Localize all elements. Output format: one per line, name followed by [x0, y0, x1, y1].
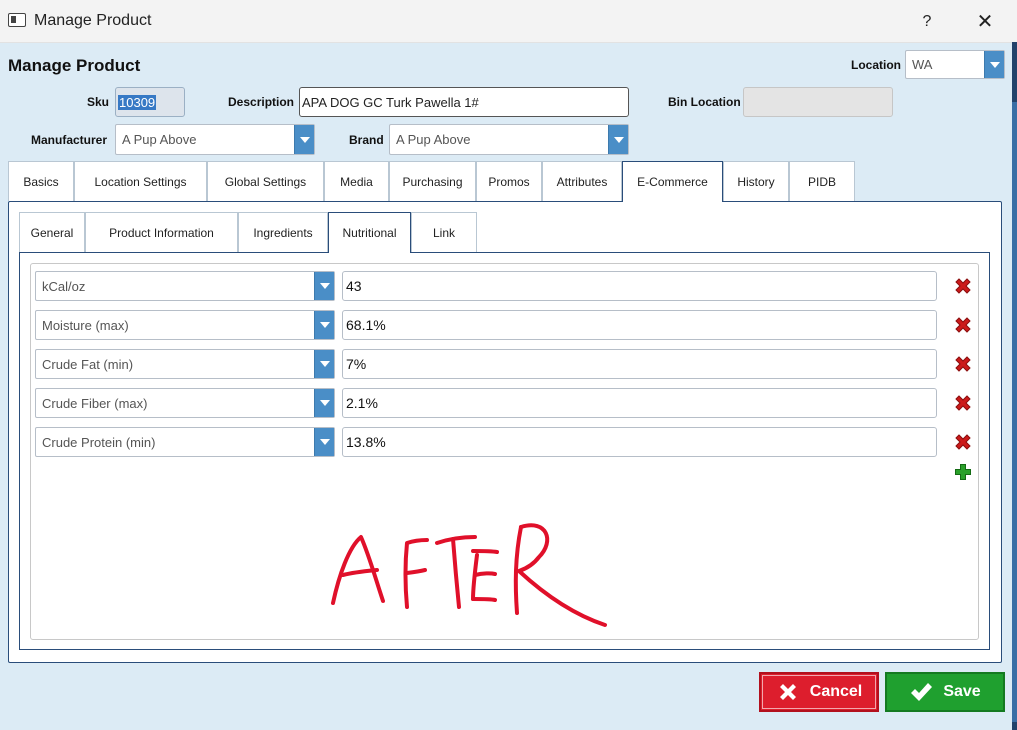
tab-history[interactable]: History — [723, 161, 789, 201]
bin-location-label: Bin Location — [668, 95, 741, 109]
tab-location-settings[interactable]: Location Settings — [74, 161, 207, 201]
sku-field[interactable]: 10309 — [115, 87, 185, 117]
nutrient-value-input[interactable]: 43 — [342, 271, 937, 301]
chevron-down-icon[interactable] — [608, 125, 628, 154]
title-bar: Manage Product ? ✕ — [0, 0, 1017, 43]
nutrient-value-input[interactable]: 13.8% — [342, 427, 937, 457]
description-value: APA DOG GC Turk Pawella 1# — [302, 94, 479, 110]
sku-value: 10309 — [118, 94, 157, 110]
location-select[interactable]: WA — [905, 50, 1005, 79]
location-value: WA — [912, 57, 933, 72]
delete-icon[interactable] — [953, 432, 973, 452]
nutrient-select[interactable]: Crude Protein (min) — [35, 427, 335, 457]
tab-global-settings[interactable]: Global Settings — [207, 161, 324, 201]
save-button[interactable]: Save — [885, 672, 1005, 712]
checkmark-icon — [911, 683, 933, 701]
delete-icon[interactable] — [953, 393, 973, 413]
subtab-product-information[interactable]: Product Information — [85, 212, 238, 252]
tab-purchasing[interactable]: Purchasing — [389, 161, 476, 201]
save-label: Save — [943, 683, 981, 700]
delete-icon[interactable] — [953, 354, 973, 374]
chevron-down-icon[interactable] — [314, 389, 334, 417]
cancel-button[interactable]: Cancel — [759, 672, 879, 712]
tab-basics[interactable]: Basics — [8, 161, 74, 201]
subtab-general[interactable]: General — [19, 212, 85, 252]
nutrient-select[interactable]: Moisture (max) — [35, 310, 335, 340]
chevron-down-icon[interactable] — [314, 428, 334, 456]
description-field[interactable]: APA DOG GC Turk Pawella 1# — [299, 87, 629, 117]
nutrient-value-input[interactable]: 2.1% — [342, 388, 937, 418]
window-title: Manage Product — [34, 12, 152, 29]
nutrient-name: Crude Fiber (max) — [42, 395, 148, 411]
tab-e-commerce[interactable]: E-Commerce — [622, 161, 723, 202]
bin-location-field[interactable] — [743, 87, 893, 117]
location-label: Location — [851, 58, 901, 72]
nutrient-name: Crude Fat (min) — [42, 356, 134, 372]
tab-promos[interactable]: Promos — [476, 161, 542, 201]
tab-attributes[interactable]: Attributes — [542, 161, 622, 201]
nutrient-select[interactable]: Crude Fat (min) — [35, 349, 335, 379]
delete-icon[interactable] — [953, 276, 973, 296]
nutrient-select[interactable]: kCal/oz — [35, 271, 335, 301]
close-button[interactable]: ✕ — [968, 8, 1002, 36]
delete-icon[interactable] — [953, 315, 973, 335]
chevron-down-icon[interactable] — [314, 350, 334, 378]
tab-media[interactable]: Media — [324, 161, 389, 201]
help-button[interactable]: ? — [912, 8, 942, 36]
nutrient-name: kCal/oz — [42, 278, 86, 294]
tab-pidb[interactable]: PIDB — [789, 161, 855, 201]
page-title: Manage Product — [8, 56, 141, 75]
nutrient-value-input[interactable]: 68.1% — [342, 310, 937, 340]
chevron-down-icon[interactable] — [314, 311, 334, 339]
nutrient-name: Moisture (max) — [42, 317, 129, 333]
sku-label: Sku — [87, 95, 110, 109]
close-icon — [779, 684, 796, 700]
nutrient-select[interactable]: Crude Fiber (max) — [35, 388, 335, 418]
brand-value: A Pup Above — [396, 132, 471, 147]
window-icon — [8, 13, 26, 27]
subtab-link[interactable]: Link — [411, 212, 477, 252]
nutrient-name: Crude Protein (min) — [42, 434, 156, 450]
chevron-down-icon[interactable] — [314, 272, 334, 300]
after-handwritten-annotation — [331, 523, 607, 627]
subtab-ingredients[interactable]: Ingredients — [238, 212, 328, 252]
add-row-icon[interactable] — [954, 463, 972, 481]
description-label: Description — [228, 95, 295, 109]
cancel-label: Cancel — [809, 683, 863, 700]
brand-select[interactable]: A Pup Above — [389, 124, 629, 155]
background-window-edge — [1012, 42, 1017, 730]
chevron-down-icon[interactable] — [984, 51, 1004, 78]
manufacturer-value: A Pup Above — [122, 132, 197, 147]
manufacturer-select[interactable]: A Pup Above — [115, 124, 315, 155]
chevron-down-icon[interactable] — [294, 125, 314, 154]
manage-product-window: Manage Product ? ✕ Manage Product Locati… — [0, 0, 1017, 730]
nutrient-value-input[interactable]: 7% — [342, 349, 937, 379]
subtab-nutritional[interactable]: Nutritional — [328, 212, 411, 253]
brand-label: Brand — [349, 133, 384, 147]
manufacturer-label: Manufacturer — [31, 133, 108, 147]
